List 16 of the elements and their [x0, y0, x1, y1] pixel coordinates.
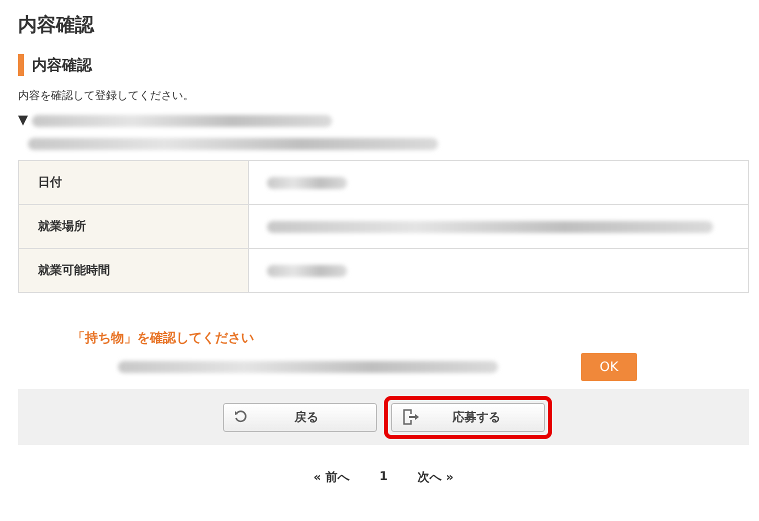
prev-link[interactable]: « 前へ [313, 469, 350, 486]
next-link[interactable]: 次へ » [418, 469, 454, 486]
exit-icon [402, 409, 420, 425]
row-label: 日付 [19, 161, 249, 204]
row-label: 就業可能時間 [19, 249, 249, 292]
undo-icon [234, 410, 248, 424]
page-title: 内容確認 [18, 13, 96, 38]
back-button[interactable]: 戻る [222, 402, 376, 432]
page-number: 1 [379, 469, 388, 485]
apply-button[interactable]: 応募する [390, 402, 544, 432]
section-title: 内容確認 [32, 56, 92, 74]
marker-text: ▼ [18, 113, 28, 128]
row-label: 就業場所 [19, 205, 249, 248]
heading-accent [18, 54, 24, 76]
instruction-text: 内容を確認して登録してください。 [18, 88, 195, 103]
notice-title: 「持ち物」を確認してください [72, 330, 255, 347]
